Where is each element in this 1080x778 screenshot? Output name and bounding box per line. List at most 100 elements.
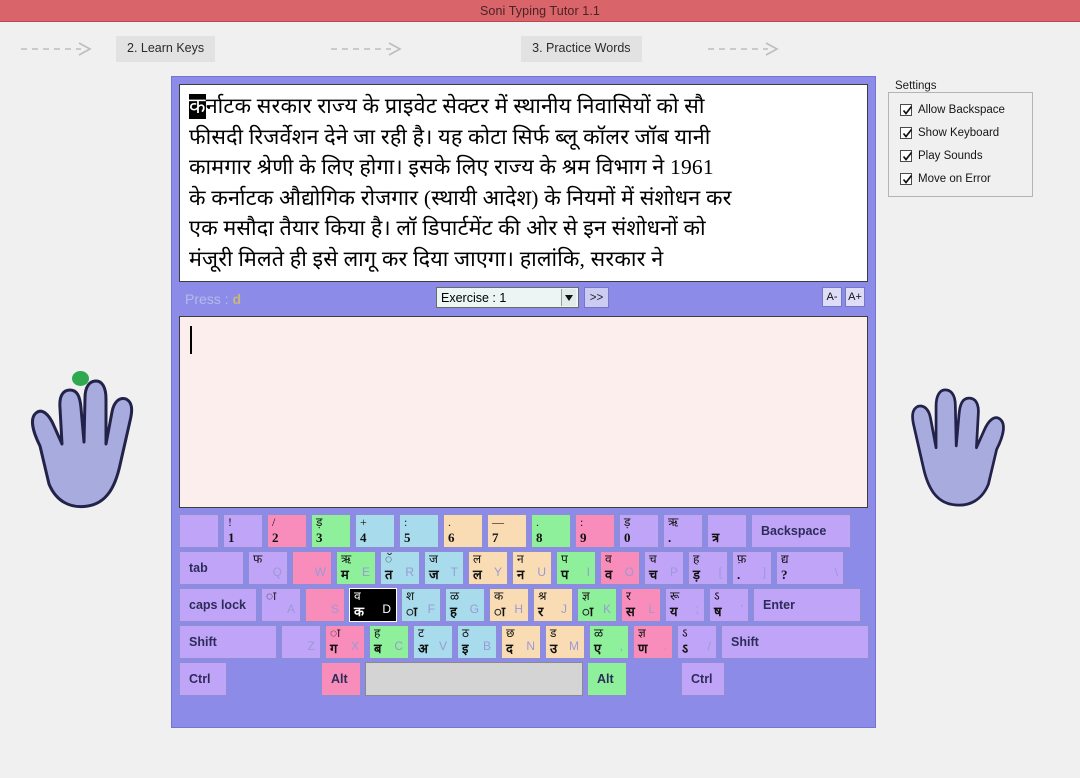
key-j[interactable]: श्र र J <box>533 588 573 622</box>
arrow-icon-3 <box>642 42 848 56</box>
key-space[interactable] <box>365 662 583 696</box>
key-shift-glyph: . <box>536 515 539 529</box>
tab-practice-words[interactable]: 3. Practice Words <box>521 36 642 62</box>
key-5[interactable]: :5 <box>399 514 439 548</box>
tab-learn-keys[interactable]: 2. Learn Keys <box>116 36 216 62</box>
key-n[interactable]: छदN <box>501 625 541 659</box>
key-k[interactable]: ज्ञा K <box>577 588 617 622</box>
key-m[interactable]: डउM <box>545 625 585 659</box>
key-r[interactable]: ॅ त R <box>380 551 420 585</box>
key-][interactable]: फ़.] <box>732 551 772 585</box>
key-latin-label: K <box>602 602 611 616</box>
font-decrease-button[interactable]: A- <box>822 287 842 307</box>
key-i[interactable]: पप I <box>556 551 596 585</box>
checkbox[interactable] <box>900 127 913 139</box>
key-त्र[interactable]: त्र <box>707 514 747 548</box>
checkbox[interactable] <box>900 150 913 162</box>
key-latin-label: H <box>514 602 523 616</box>
key-latin-label: I <box>586 565 590 579</box>
key-shift-glyph: व <box>605 552 612 566</box>
key-b[interactable]: ठइB <box>457 625 497 659</box>
key-x[interactable]: ा ग X <box>325 625 365 659</box>
key-v[interactable]: टअV <box>413 625 453 659</box>
setting-allow-backspace[interactable]: Allow Backspace <box>894 104 1005 116</box>
key-4[interactable]: +4 <box>355 514 395 548</box>
key-shift-glyph: श्र <box>538 589 547 603</box>
key-c[interactable]: हबC <box>369 625 409 659</box>
key-d[interactable]: वक D <box>349 588 397 622</box>
key-z[interactable]: Z <box>281 625 321 659</box>
keyboard-row: caps lockा A S व क D शा F ळ ह G का H श्र र J ज्ञा K र स L रू य… <box>179 588 868 622</box>
key-e[interactable]: ऋमE <box>336 551 376 585</box>
exercise-select[interactable]: Exercise : 1 <box>436 287 579 308</box>
key-latin-label: J <box>561 602 567 616</box>
key-latin-label: Z <box>307 639 315 653</box>
key-latin-label: Q <box>272 565 282 579</box>
key-;[interactable]: रू य; <box>665 588 705 622</box>
key-shift[interactable]: Shift <box>179 625 277 659</box>
key-ctrl[interactable]: Ctrl <box>179 662 227 696</box>
key-base-glyph: 5 <box>404 530 411 545</box>
next-exercise-button[interactable]: >> <box>584 287 609 308</box>
key-u[interactable]: ननU <box>512 551 552 585</box>
key-9[interactable]: :9 <box>575 514 615 548</box>
key-.[interactable]: ऋ. <box>663 514 703 548</box>
key-t[interactable]: जजT <box>424 551 464 585</box>
key-alt[interactable]: Alt <box>587 662 627 696</box>
key-f[interactable]: शा F <box>401 588 441 622</box>
key-'[interactable]: ऽ ष ' <box>709 588 749 622</box>
key-g[interactable]: ळहG <box>445 588 485 622</box>
font-increase-button[interactable]: A+ <box>845 287 865 307</box>
key-[[interactable]: ह ड़ [ <box>688 551 728 585</box>
key-8[interactable]: .8 <box>531 514 571 548</box>
key-h[interactable]: का H <box>489 588 529 622</box>
key-latin-label: N <box>526 639 535 653</box>
key-base-glyph: ज <box>429 567 439 582</box>
settings-legend: Settings <box>892 80 940 92</box>
key-0[interactable]: ड़ 0 <box>619 514 659 548</box>
key-6[interactable]: .6 <box>443 514 483 548</box>
checkbox[interactable] <box>900 104 913 116</box>
key-\[interactable]: द्य? \ <box>776 551 844 585</box>
typing-input-area[interactable] <box>179 316 868 508</box>
key-3[interactable]: ड़ 3 <box>311 514 351 548</box>
key-base-glyph: ? <box>781 567 788 582</box>
key-blank[interactable] <box>179 514 219 548</box>
key-shift-glyph: + <box>360 515 367 529</box>
key-a[interactable]: ा A <box>261 588 301 622</box>
key-shift-glyph: ळ <box>450 589 460 603</box>
key-o[interactable]: ववO <box>600 551 640 585</box>
key-latin-label: B <box>482 639 491 653</box>
checkbox[interactable] <box>900 173 913 185</box>
setting-move-on-error[interactable]: Move on Error <box>894 173 991 185</box>
title-bar: Soni Typing Tutor 1.1 <box>0 0 1080 22</box>
key-2[interactable]: /2 <box>267 514 307 548</box>
key-s[interactable]: S <box>305 588 345 622</box>
key-latin-label: L <box>648 602 655 616</box>
key-shift[interactable]: Shift <box>721 625 869 659</box>
key-7[interactable]: —7 <box>487 514 527 548</box>
setting-show-keyboard[interactable]: Show Keyboard <box>894 127 999 139</box>
key-tab[interactable]: tab <box>179 551 244 585</box>
key-shift-glyph: ! <box>228 515 232 529</box>
app-title: Soni Typing Tutor 1.1 <box>479 3 600 18</box>
key-w[interactable]: W <box>292 551 332 585</box>
key-q[interactable]: फQ <box>248 551 288 585</box>
key-latin-label: S <box>330 602 339 616</box>
key-shift-glyph: ह <box>374 626 381 640</box>
key-backspace[interactable]: Backspace <box>751 514 851 548</box>
key-l[interactable]: रसL <box>621 588 661 622</box>
key-base-glyph: ल <box>473 567 482 582</box>
key-y[interactable]: ललY <box>468 551 508 585</box>
key-enter[interactable]: Enter <box>753 588 861 622</box>
key-ctrl[interactable]: Ctrl <box>681 662 725 696</box>
key-latin-label: / <box>707 639 711 653</box>
key-/[interactable]: ऽ ऽ / <box>677 625 717 659</box>
key-p[interactable]: चचP <box>644 551 684 585</box>
key-alt[interactable]: Alt <box>321 662 361 696</box>
key-1[interactable]: ! 1 <box>223 514 263 548</box>
key-caps-lock[interactable]: caps lock <box>179 588 257 622</box>
key-.[interactable]: ज्ञ ण. <box>633 625 673 659</box>
key-,[interactable]: ळए, <box>589 625 629 659</box>
setting-play-sounds[interactable]: Play Sounds <box>894 150 983 162</box>
